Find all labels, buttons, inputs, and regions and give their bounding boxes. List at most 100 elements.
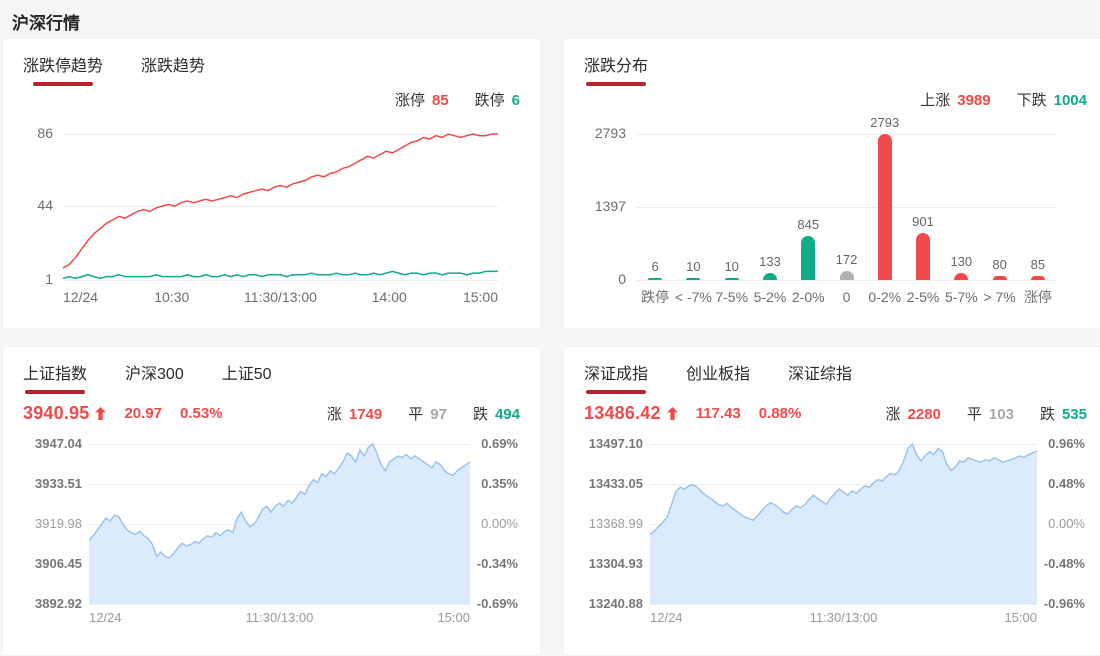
x-tick-label: 15:00 (437, 610, 470, 625)
y-tick-percent: 0.96% (1048, 436, 1085, 451)
y-tick-price: 13497.10 (588, 436, 643, 451)
price-area (649, 442, 1038, 604)
stat-涨: 涨 1749 (327, 403, 382, 424)
active-tab-underline (586, 82, 646, 86)
bar-category-label: 涨停 (1023, 289, 1052, 305)
bar-value-label: 901 (912, 213, 934, 229)
distribution-stats: 上涨 3989 下跌 1004 (584, 88, 1087, 110)
x-tick-label: 15:00 (462, 289, 498, 305)
y-tick-label: 2793 (594, 125, 626, 141)
limit-trend-chart[interactable]: 86 44 1 12/24 10:30 11:30/13:00 14:00 15:00 (23, 113, 520, 313)
tab-沪深300[interactable]: 沪深300 (125, 360, 184, 396)
tab-label: 涨跌分布 (584, 58, 649, 75)
y-tick-label: 1 (45, 271, 53, 287)
active-tab-underline (33, 82, 93, 86)
y-tick-percent: -0.48% (1043, 556, 1085, 571)
stat-value: 1004 (1053, 91, 1087, 109)
stat-value: 535 (1061, 405, 1087, 423)
y-tick-percent: -0.96% (1043, 596, 1085, 611)
tab-创业板指[interactable]: 创业板指 (686, 360, 750, 396)
trend-lines (62, 133, 498, 280)
x-tick-label: 10:30 (154, 289, 190, 305)
x-tick-label: 11:30/13:00 (809, 610, 878, 625)
stat-涨: 涨 2280 (886, 403, 941, 424)
bar-5-7% (954, 273, 969, 280)
y-tick-percent: 0.48% (1048, 476, 1085, 491)
stat-label: 上涨 (920, 91, 951, 109)
x-tick-label: 12/24 (650, 610, 683, 625)
stat-label: 涨停 (394, 91, 425, 109)
series-line-跌停 (62, 270, 498, 280)
stat-value: 85 (431, 91, 449, 109)
distribution-tabs: 涨跌分布 (584, 52, 1087, 88)
tab-label: 涨跌趋势 (141, 58, 206, 75)
stat-上涨: 上涨 3989 (920, 89, 990, 110)
tab-label: 沪深300 (125, 366, 184, 383)
shanghai-index-chart[interactable]: 3947.04 0.69% 3933.51 0.35% 3919.98 0.00% 3906… (23, 429, 520, 629)
stat-跌停: 跌停 6 (475, 89, 520, 110)
y-tick-price: 3906.45 (35, 556, 82, 571)
x-tick-label: 11:30/13:00 (245, 610, 314, 625)
bar-value-label: 845 (797, 216, 820, 232)
stat-value: 2280 (907, 405, 941, 423)
area-fill (650, 444, 1037, 604)
shenzhen-index-chart[interactable]: 13497.10 0.96% 13433.05 0.48% 13368.99 0.00% 1… (584, 429, 1087, 629)
active-tab-underline (586, 390, 646, 394)
page-title: 沪深行情 (12, 14, 80, 33)
stat-label: 平 (966, 405, 982, 423)
stat-value: 3989 (957, 91, 991, 109)
tab-深证综指[interactable]: 深证综指 (788, 360, 852, 396)
tab-上证50[interactable]: 上证50 (222, 360, 272, 396)
tab-涨跌分布[interactable]: 涨跌分布 (584, 52, 648, 88)
dashboard-grid: 涨跌停趋势 涨跌趋势 涨停 85 跌停 6 86 44 1 12/24 10:30 11:30/1… (2, 38, 1100, 656)
y-tick-price: 13304.93 (588, 556, 643, 571)
stat-label: 跌 (472, 405, 488, 423)
y-tick-price: 13433.05 (588, 476, 643, 491)
y-tick-percent: 0.69% (481, 436, 518, 451)
distribution-panel: 涨跌分布 上涨 3989 下跌 1004 2793 1397 0 6 跌停 10 < -7% 10 7… (563, 38, 1100, 329)
y-tick-percent: -0.69% (476, 596, 518, 611)
bar-> 7% (992, 275, 1007, 280)
index-change: 117.43 (695, 404, 741, 422)
stat-label: 跌 (1039, 405, 1055, 423)
bar-0-2% (877, 134, 892, 280)
y-tick-percent: 0.00% (481, 516, 518, 531)
bar-跌停 (648, 278, 663, 280)
bar-涨停 (1030, 275, 1045, 280)
tab-label: 上证50 (221, 366, 272, 383)
bar-7-5% (724, 278, 739, 280)
x-tick-label: 15:00 (1004, 610, 1037, 625)
limit-trend-tabs: 涨跌停趋势 涨跌趋势 (23, 52, 520, 88)
bar-0 (839, 271, 854, 280)
tab-涨跌趋势[interactable]: 涨跌趋势 (141, 52, 205, 88)
stat-value: 494 (494, 405, 520, 423)
stat-label: 涨 (885, 405, 901, 423)
bar-value-label: 85 (1030, 256, 1046, 272)
stat-下跌: 下跌 1004 (1017, 89, 1087, 110)
limit-trend-panel: 涨跌停趋势 涨跌趋势 涨停 85 跌停 6 86 44 1 12/24 10:30 11:30/1… (2, 38, 541, 329)
stat-平: 平 97 (408, 403, 447, 424)
stat-label: 涨 (326, 405, 342, 423)
gridline (636, 134, 1057, 135)
shenzhen-quote-row: 13486.42 117.43 0.88% 涨 2280 平 103 跌 535 (584, 400, 1087, 426)
y-tick-price: 3919.98 (35, 516, 82, 531)
bar-2-0% (801, 235, 816, 280)
shenzhen-index-panel: 深证成指 创业板指 深证综指 13486.42 117.43 0.88% 涨 2280… (563, 346, 1100, 656)
y-tick-percent: -0.34% (476, 556, 518, 571)
y-tick-price: 3933.51 (35, 476, 82, 491)
tab-深证成指[interactable]: 深证成指 (584, 360, 648, 396)
tab-上证指数[interactable]: 上证指数 (23, 360, 87, 396)
distribution-chart[interactable]: 2793 1397 0 6 跌停 10 < -7% 10 7-5% 133 5-2% 845 2-0% 1… (584, 113, 1087, 313)
limit-trend-stats: 涨停 85 跌停 6 (23, 88, 520, 110)
tab-涨跌停趋势[interactable]: 涨跌停趋势 (23, 52, 103, 88)
y-tick-label: 0 (618, 271, 626, 287)
stat-label: 跌停 (474, 91, 505, 109)
active-tab-underline (25, 390, 85, 394)
x-tick-label: 11:30/13:00 (244, 289, 317, 305)
arrow-up-icon (95, 406, 107, 420)
tab-label: 深证成指 (584, 366, 649, 383)
shanghai-index-tabs: 上证指数 沪深300 上证50 (23, 360, 520, 396)
stat-跌: 跌 494 (473, 403, 520, 424)
x-tick-label: 12/24 (89, 610, 122, 625)
bar-5-2% (762, 273, 777, 280)
